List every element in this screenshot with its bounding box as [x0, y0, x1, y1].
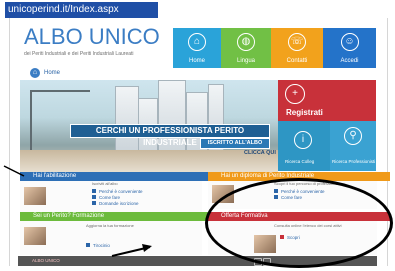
annotation-arrows — [3, 165, 152, 257]
annotation-arrowhead — [142, 244, 152, 252]
annotation-line — [3, 165, 25, 177]
browser-page: unicoperind.it/Index.aspx ALBO UNICO dei… — [0, 0, 395, 271]
